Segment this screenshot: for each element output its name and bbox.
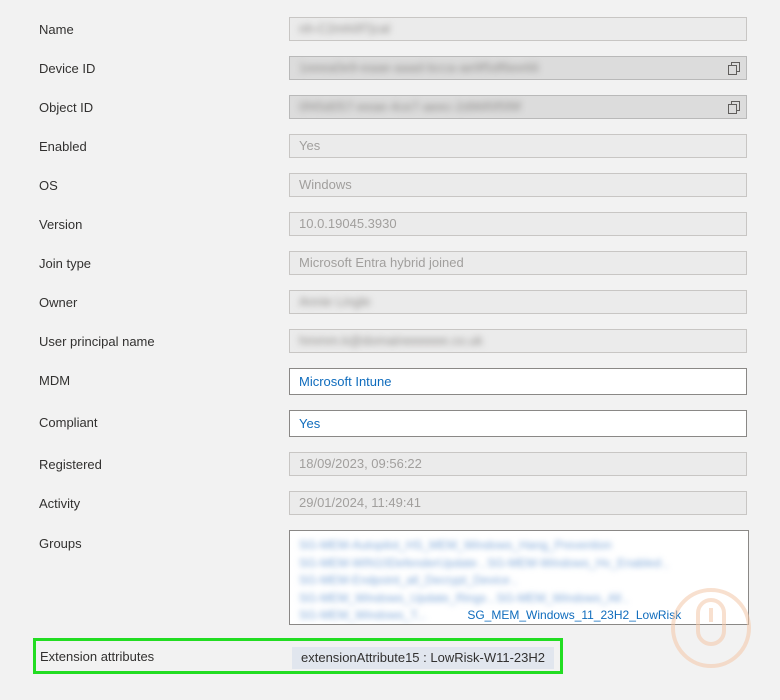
watermark-logo-icon <box>671 588 751 668</box>
version-label: Version <box>39 217 83 232</box>
name-value: nh-C2mh0f7jcal <box>299 21 391 36</box>
object-id-field: 0f45d057-eeae-4ce7-aeec-2d96f0f5f9f <box>289 95 747 119</box>
activity-label: Activity <box>39 496 81 511</box>
groups-label: Groups <box>39 536 82 551</box>
enabled-field: Yes <box>289 134 747 158</box>
registered-field: 18/09/2023, 09:56:22 <box>289 452 747 476</box>
extension-attributes-highlight: Extension attributes extensionAttribute1… <box>33 638 563 674</box>
upn-value: hmmm.k@domaineeeeee.co.uk <box>299 333 483 348</box>
object-id-value: 0f45d057-eeae-4ce7-aeec-2d96f0f5f9f <box>299 99 521 114</box>
extension-attribute-value: extensionAttribute15 : LowRisk-W11-23H2 <box>292 647 554 669</box>
group-line[interactable]: SG-MEM-WIN10DefenderUpdate , SG-MEM-Wind… <box>299 555 739 573</box>
device-id-value: 1eeea0e9-eaae-aaad-bcca-ae9f5df6ee66 <box>299 60 539 75</box>
name-field: nh-C2mh0f7jcal <box>289 17 747 41</box>
object-id-label: Object ID <box>39 100 94 115</box>
version-field: 10.0.19045.3930 <box>289 212 747 236</box>
mdm-link[interactable]: Microsoft Intune <box>289 368 747 395</box>
name-label: Name <box>39 22 74 37</box>
owner-value: Annie Lingle <box>299 294 371 309</box>
enabled-label: Enabled <box>39 139 87 154</box>
activity-field: 29/01/2024, 11:49:41 <box>289 491 747 515</box>
group-line[interactable]: SG-MEM-Autopilot_HS_MEM_Windows_Hang_Pre… <box>299 537 739 555</box>
compliant-label: Compliant <box>39 415 98 430</box>
os-field: Windows <box>289 173 747 197</box>
os-label: OS <box>39 178 58 193</box>
extension-attributes-label: Extension attributes <box>40 649 155 664</box>
copy-icon[interactable] <box>728 62 740 75</box>
join-type-field: Microsoft Entra hybrid joined <box>289 251 747 275</box>
copy-icon[interactable] <box>728 101 740 114</box>
join-type-label: Join type <box>39 256 92 271</box>
upn-field: hmmm.k@domaineeeeee.co.uk <box>289 329 747 353</box>
mdm-label: MDM <box>39 373 71 388</box>
owner-label: Owner <box>39 295 78 310</box>
device-id-field: 1eeea0e9-eaae-aaad-bcca-ae9f5df6ee66 <box>289 56 747 80</box>
group-line[interactable]: SG-MEM_Windows_T... <box>299 607 464 624</box>
group-link-lowrisk[interactable]: SG_MEM_Windows_11_23H2_LowRisk <box>467 608 681 622</box>
owner-field: Annie Lingle <box>289 290 747 314</box>
upn-label: User principal name <box>39 334 155 349</box>
compliant-link[interactable]: Yes <box>289 410 747 437</box>
device-id-label: Device ID <box>39 61 96 76</box>
registered-label: Registered <box>39 457 102 472</box>
